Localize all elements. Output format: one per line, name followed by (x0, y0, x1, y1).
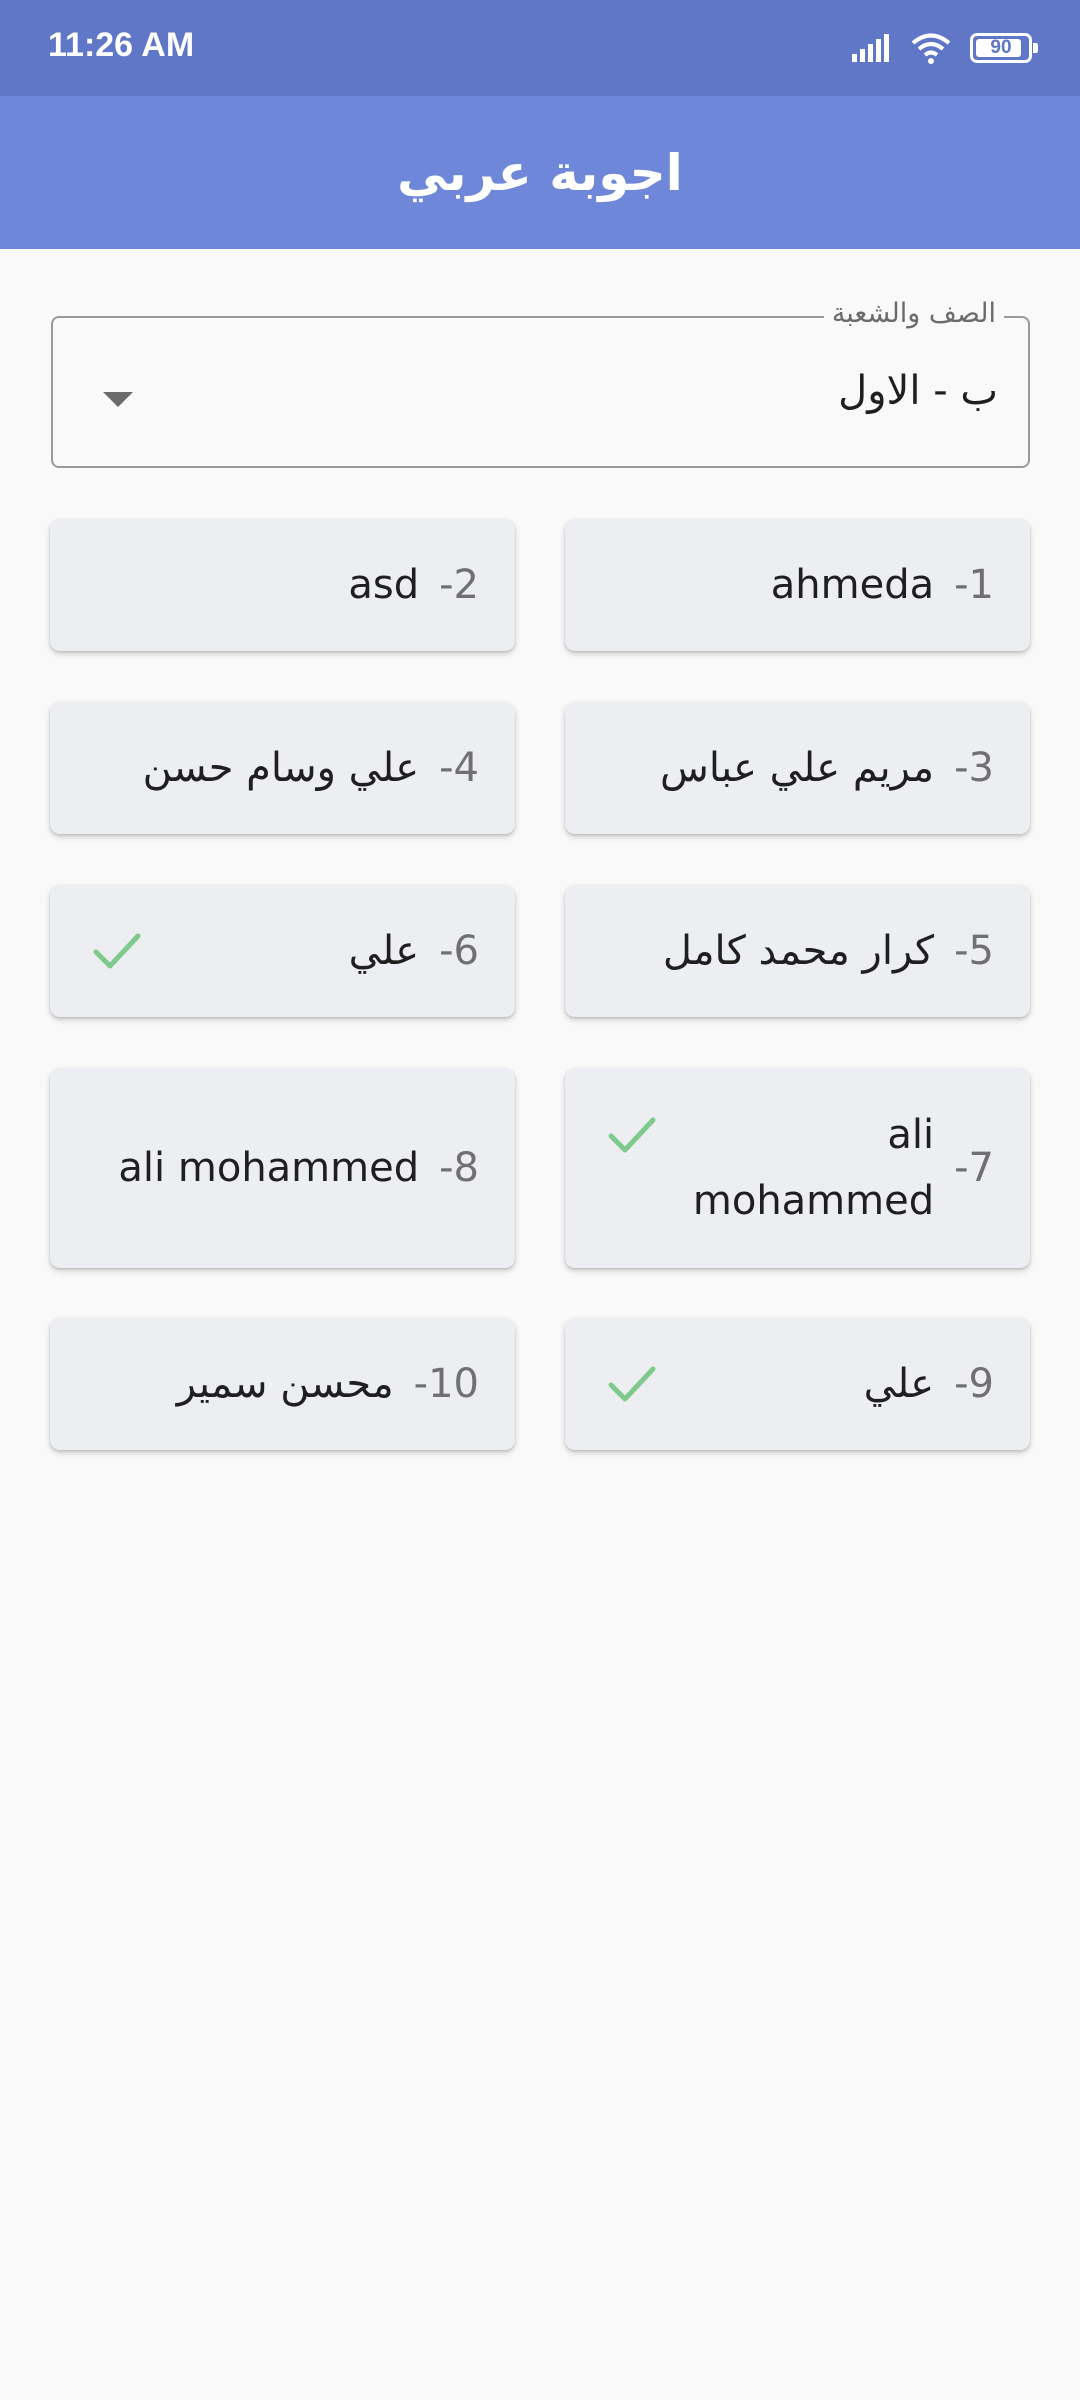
page-title: اجوبة عربي (397, 143, 683, 202)
student-name: ahmeda (770, 562, 935, 608)
student-number: 2- (439, 562, 479, 608)
student-number: 4- (439, 745, 479, 791)
battery-icon: 90 (970, 33, 1038, 63)
student-name-line-1: ali (887, 1112, 935, 1158)
student-name: مريم علي عباس (660, 745, 935, 791)
battery-level: 90 (990, 37, 1012, 58)
check-icon (608, 1366, 656, 1402)
student-name: ali mohammed (693, 1102, 934, 1234)
app-bar: اجوبة عربي (0, 96, 1080, 249)
student-card-2[interactable]: 2- asd (50, 519, 515, 651)
student-number: 10- (413, 1361, 479, 1407)
student-card-1[interactable]: 1- ahmeda (565, 519, 1030, 651)
status-icons: 90 (852, 28, 1038, 68)
student-card-4[interactable]: 4- علي وسام حسن (50, 702, 515, 834)
student-card-3[interactable]: 3- مريم علي عباس (565, 702, 1030, 834)
student-number: 1- (954, 562, 994, 608)
student-card-7[interactable]: 7- ali mohammed (565, 1068, 1030, 1268)
wifi-icon (911, 33, 951, 64)
student-number: 7- (954, 1145, 994, 1191)
student-name: علي (348, 928, 420, 974)
student-number: 5- (954, 928, 994, 974)
student-card-6[interactable]: 6- علي (50, 885, 515, 1017)
student-number: 3- (954, 745, 994, 791)
student-name: علي وسام حسن (142, 745, 420, 791)
dropdown-label: الصف والشعبة (823, 298, 1004, 329)
student-name-line-2: mohammed (692, 1178, 935, 1224)
student-name: ali mohammed (118, 1145, 420, 1191)
student-card-8[interactable]: 8- ali mohammed (50, 1068, 515, 1268)
check-icon (608, 1117, 656, 1153)
student-card-10[interactable]: 10- محسن سمير (50, 1318, 515, 1450)
student-name: asd (348, 562, 420, 608)
student-number: 8- (439, 1145, 479, 1191)
student-card-5[interactable]: 5- كرار محمد كامل (565, 885, 1030, 1017)
dropdown-selected-value: ب - الاول (838, 368, 998, 414)
student-card-9[interactable]: 9- علي (565, 1318, 1030, 1450)
status-time: 11:26 AM (48, 26, 195, 64)
student-number: 6- (439, 928, 479, 974)
dropdown-arrow-icon[interactable] (103, 392, 133, 407)
class-section-dropdown[interactable]: الصف والشعبة ب - الاول (51, 298, 1030, 468)
status-bar: 11:26 AM 90 (0, 0, 1080, 96)
student-number: 9- (954, 1361, 994, 1407)
student-name: محسن سمير (176, 1361, 394, 1407)
student-name: علي (863, 1361, 935, 1407)
check-icon (93, 933, 141, 969)
signal-bars-icon (852, 34, 889, 62)
student-name: كرار محمد كامل (662, 928, 935, 974)
